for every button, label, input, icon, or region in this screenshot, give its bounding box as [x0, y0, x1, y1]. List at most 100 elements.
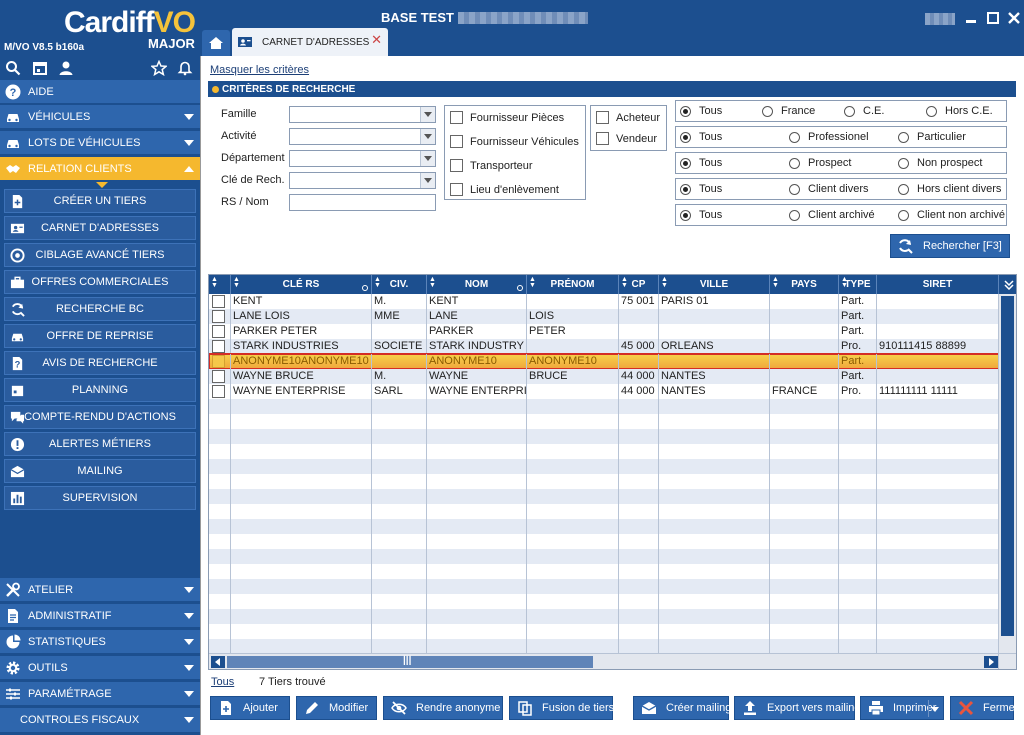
- activite-select[interactable]: [289, 128, 436, 145]
- modifier-button[interactable]: Modifier: [296, 696, 377, 720]
- menu-relation-clients[interactable]: RELATION CLIENTS: [0, 157, 200, 181]
- chevron-down-icon[interactable]: [420, 129, 435, 144]
- row-checkbox[interactable]: [212, 340, 225, 353]
- horizontal-scrollbar[interactable]: [209, 653, 1000, 669]
- sidebar-item-avis-recherche[interactable]: ? AVIS DE RECHERCHE: [4, 351, 196, 375]
- radio-prospect-tous[interactable]: Tous: [680, 157, 722, 169]
- radio-zone-ce[interactable]: C.E.: [844, 105, 884, 117]
- checkbox-box[interactable]: [450, 183, 463, 196]
- close-tab-icon[interactable]: ✕: [371, 32, 382, 48]
- radio-prospect[interactable]: Prospect: [789, 157, 851, 169]
- radio-archive-tous[interactable]: Tous: [680, 209, 722, 221]
- filter-icon[interactable]: [362, 285, 368, 291]
- checkbox-acheteur[interactable]: Acheteur: [596, 111, 660, 124]
- horizontal-scroll-thumb[interactable]: [227, 655, 593, 668]
- col-nom[interactable]: ▲ ▼ NOM: [427, 275, 527, 294]
- radio-button[interactable]: [898, 209, 909, 221]
- radio-button[interactable]: [789, 131, 800, 143]
- export-mailing-button[interactable]: Export vers mailing: [734, 696, 861, 720]
- scroll-left-icon[interactable]: [211, 656, 225, 668]
- checkbox-transporteur[interactable]: Transporteur: [450, 159, 533, 172]
- menu-lots-vehicules[interactable]: LOTS DE VÉHICULES: [0, 131, 200, 155]
- menu-atelier[interactable]: ATELIER: [0, 578, 200, 602]
- tab-carnet-adresses[interactable]: CARNET D'ADRESSES ✕: [232, 28, 388, 56]
- rs-nom-input[interactable]: [289, 194, 436, 211]
- table-row[interactable]: LANE LOIS MME LANE LOIS Part.: [209, 309, 999, 324]
- radio-divers-tous[interactable]: Tous: [680, 183, 722, 195]
- table-row[interactable]: WAYNE BRUCE M. WAYNE BRUCE 44 000 NANTES Part.: [209, 369, 999, 384]
- search-button[interactable]: Rechercher [F3]: [890, 234, 1010, 258]
- radio-button[interactable]: [680, 183, 691, 195]
- col-civ[interactable]: ▲ ▼ CIV.: [372, 275, 427, 294]
- sidebar-item-carnet-adresses[interactable]: CARNET D'ADRESSES: [4, 216, 196, 240]
- sidebar-item-offre-reprise[interactable]: OFFRE DE REPRISE: [4, 324, 196, 348]
- checkbox-box[interactable]: [596, 111, 609, 124]
- fermer-button[interactable]: Fermer: [950, 696, 1018, 720]
- radio-client-archive[interactable]: Client archivé: [789, 209, 875, 221]
- col-cle-rs[interactable]: ▲ ▼ CLÉ RS: [231, 275, 372, 294]
- radio-button[interactable]: [789, 157, 800, 169]
- radio-button[interactable]: [898, 131, 909, 143]
- rendre-anonyme-button[interactable]: Rendre anonyme: [383, 696, 503, 720]
- col-ville[interactable]: ▲ ▼ VILLE: [659, 275, 770, 294]
- radio-button[interactable]: [926, 105, 937, 117]
- sidebar-item-creer-tiers[interactable]: CRÉER UN TIERS: [4, 189, 196, 213]
- sidebar-item-offres-commerciales[interactable]: OFFRES COMMERCIALES: [4, 270, 196, 294]
- sidebar-item-planning[interactable]: PLANNING: [4, 378, 196, 402]
- radio-button[interactable]: [898, 183, 909, 195]
- creer-mailing-button[interactable]: Créer mailing: [633, 696, 731, 720]
- menu-vehicules[interactable]: VÉHICULES: [0, 105, 200, 129]
- vertical-scroll-thumb[interactable]: [1001, 296, 1014, 636]
- radio-button[interactable]: [844, 105, 855, 117]
- close-window-icon[interactable]: [1007, 11, 1021, 25]
- radio-non-prospect[interactable]: Non prospect: [898, 157, 982, 169]
- bell-icon[interactable]: [176, 59, 194, 77]
- star-icon[interactable]: [150, 59, 168, 77]
- menu-statistiques[interactable]: STATISTIQUES: [0, 630, 200, 654]
- cle-recherche-select[interactable]: [289, 172, 436, 189]
- menu-outils[interactable]: OUTILS: [0, 656, 200, 680]
- menu-parametrage[interactable]: PARAMÉTRAGE: [0, 682, 200, 706]
- checkbox-box[interactable]: [450, 135, 463, 148]
- row-checkbox[interactable]: [212, 325, 225, 338]
- row-checkbox[interactable]: [212, 310, 225, 323]
- radio-client-divers[interactable]: Client divers: [789, 183, 869, 195]
- radio-type-professionel[interactable]: Professionel: [789, 131, 869, 143]
- sidebar-item-supervision[interactable]: SUPERVISION: [4, 486, 196, 510]
- checkbox-lieu-enlevement[interactable]: Lieu d'enlèvement: [450, 183, 559, 196]
- departement-select[interactable]: [289, 150, 436, 167]
- checkbox-fournisseur-pieces[interactable]: Fournisseur Pièces: [450, 111, 564, 124]
- radio-zone-france[interactable]: France: [762, 105, 815, 117]
- scroll-right-icon[interactable]: [984, 656, 998, 668]
- table-row[interactable]: WAYNE ENTERPRISESARLWAYNE ENTERPRISE 44 0…: [209, 384, 999, 399]
- filter-icon[interactable]: [517, 285, 523, 291]
- imprimer-button[interactable]: Imprimer: [860, 696, 944, 720]
- radio-type-tous[interactable]: Tous: [680, 131, 722, 143]
- sidebar-item-recherche-bc[interactable]: RECHERCHE BC: [4, 297, 196, 321]
- menu-aide[interactable]: ? AIDE: [0, 80, 200, 104]
- row-checkbox[interactable]: [212, 355, 225, 368]
- checkbox-box[interactable]: [450, 111, 463, 124]
- radio-button[interactable]: [680, 157, 691, 169]
- chevron-down-icon[interactable]: [420, 173, 435, 188]
- radio-zone-hors-ce[interactable]: Hors C.E.: [926, 105, 993, 117]
- radio-button[interactable]: [680, 131, 691, 143]
- sidebar-item-compte-rendu[interactable]: COMPTE-RENDU D'ACTIONS: [4, 405, 196, 429]
- sidebar-item-alertes[interactable]: ALERTES MÉTIERS: [4, 432, 196, 456]
- radio-client-non-archive[interactable]: Client non archivé: [898, 209, 1005, 221]
- table-row[interactable]: KENT M. KENT 75 001 PARIS 01 Part.: [209, 294, 999, 309]
- radio-button[interactable]: [762, 105, 773, 117]
- col-prenom[interactable]: ▲ ▼ PRÉNOM: [527, 275, 619, 294]
- row-checkbox[interactable]: [212, 370, 225, 383]
- calendar-icon[interactable]: [31, 59, 49, 77]
- col-cp[interactable]: ▲ ▼ CP: [619, 275, 659, 294]
- row-checkbox[interactable]: [212, 385, 225, 398]
- checkbox-fournisseur-vehicules[interactable]: Fournisseur Véhicules: [450, 135, 579, 148]
- search-icon[interactable]: [4, 59, 22, 77]
- vertical-scrollbar[interactable]: [998, 294, 1016, 655]
- radio-button[interactable]: [898, 157, 909, 169]
- checkbox-box[interactable]: [596, 132, 609, 145]
- table-row[interactable]: ANONYME10ANONYME10 ANONYME10 ANONYME10 Part…: [209, 353, 1000, 370]
- col-type[interactable]: ▲ ▼ TYPE: [839, 275, 877, 294]
- radio-button[interactable]: [680, 209, 691, 221]
